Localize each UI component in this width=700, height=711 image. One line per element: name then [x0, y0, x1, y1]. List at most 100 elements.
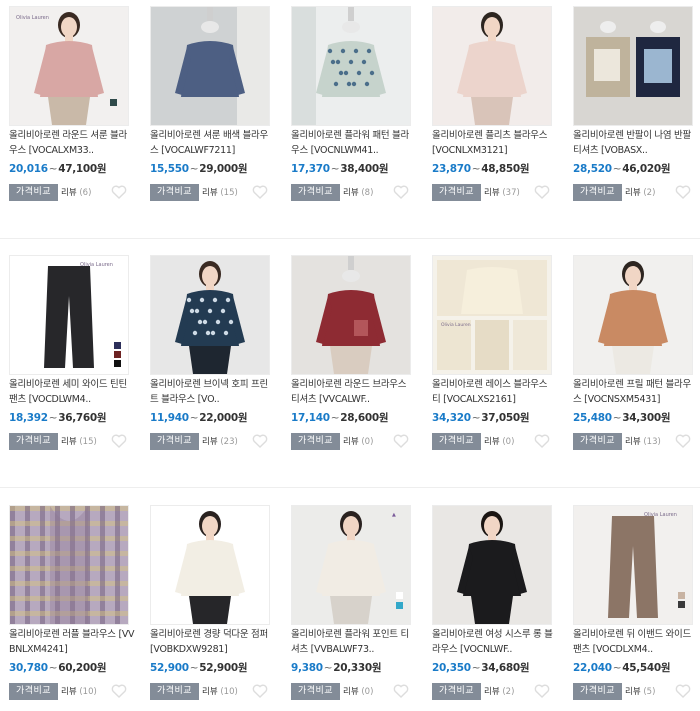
review-link[interactable]: 리뷰 (13) [625, 435, 661, 447]
price-tilde: ~ [330, 163, 340, 175]
product-title[interactable]: 올리비아로렌 프릴 패턴 블라우스 [VOCNSXM5431] [573, 377, 699, 407]
product-image[interactable] [432, 505, 552, 625]
review-link[interactable]: 리뷰 (2) [484, 685, 514, 697]
product-image[interactable]: Olivia Lauren [9, 255, 129, 375]
heart-icon[interactable] [111, 433, 127, 449]
product-photo [433, 7, 551, 125]
heart-icon[interactable] [675, 184, 691, 200]
product-photo [151, 7, 269, 125]
product-photo [151, 506, 269, 624]
review-label: 리뷰 [625, 687, 641, 697]
product-title[interactable]: 올리비아로렌 경량 덕다운 점퍼 [VOBKDXW9281] [150, 627, 276, 657]
product-title[interactable]: 올리비아로렌 러플 블라우스 [VVBNLXM4241] [9, 627, 135, 657]
price-low: 34,320 [432, 412, 471, 424]
review-link[interactable]: 리뷰 (23) [202, 435, 238, 447]
product-title[interactable]: 올리비아로렌 레이스 블라우스 티 [VOCALXS2161] [432, 377, 558, 407]
review-label: 리뷰 [61, 188, 77, 198]
review-link[interactable]: 리뷰 (15) [202, 186, 238, 198]
review-link[interactable]: 리뷰 (8) [343, 186, 373, 198]
product-photo [292, 256, 410, 374]
product-image[interactable]: ▲ [291, 505, 411, 625]
review-count: (15) [79, 437, 97, 447]
compare-price-button[interactable]: 가격비교 [9, 184, 58, 201]
product-image[interactable] [432, 6, 552, 126]
heart-icon[interactable] [534, 184, 550, 200]
heart-icon[interactable] [393, 184, 409, 200]
heart-icon[interactable] [534, 433, 550, 449]
product-title[interactable]: 올리비아로렌 셔룬 배색 블라우스 [VOCALWF7211] [150, 128, 276, 158]
review-label: 리뷰 [484, 188, 500, 198]
product-title[interactable]: 올리비아로렌 뒤 이밴드 와이드 팬츠 [VOCDLXM4.. [573, 627, 699, 657]
heart-icon[interactable] [534, 683, 550, 699]
product-title[interactable]: 올리비아로렌 플라워 포인트 티셔츠 [VVBALWF73.. [291, 627, 417, 657]
compare-price-button[interactable]: 가격비교 [291, 184, 340, 201]
heart-icon[interactable] [675, 433, 691, 449]
price-low: 15,550 [150, 163, 189, 175]
product-image[interactable] [9, 505, 129, 625]
product-title[interactable]: 올리비아로렌 반팔이 나염 반팔 티셔츠 [VOBASX.. [573, 128, 699, 158]
compare-price-button[interactable]: 가격비교 [9, 433, 58, 450]
heart-icon[interactable] [675, 683, 691, 699]
review-link[interactable]: 리뷰 (0) [343, 685, 373, 697]
heart-icon[interactable] [111, 184, 127, 200]
product-title[interactable]: 올리비아로렌 라운드 브라우스 티셔츠 [VVCALWF.. [291, 377, 417, 407]
price-tilde: ~ [471, 412, 481, 424]
product-title[interactable]: 올리비아로렌 여성 시스루 롱 블라우스 [VOCNLWF.. [432, 627, 558, 657]
product-title[interactable]: 올리비아로렌 라운드 셔룬 블라우스 [VOCALXM33.. [9, 128, 135, 158]
review-link[interactable]: 리뷰 (37) [484, 186, 520, 198]
compare-price-button[interactable]: 가격비교 [573, 184, 622, 201]
heart-icon[interactable] [252, 184, 268, 200]
compare-price-button[interactable]: 가격비교 [291, 683, 340, 700]
compare-price-button[interactable]: 가격비교 [573, 683, 622, 700]
product-image[interactable] [291, 6, 411, 126]
review-count: (8) [361, 188, 374, 198]
price-low: 17,140 [291, 412, 330, 424]
compare-price-button[interactable]: 가격비교 [9, 683, 58, 700]
product-title[interactable]: 올리비아로렌 플리츠 블라우스 [VOCNLXM3121] [432, 128, 558, 158]
compare-price-button[interactable]: 가격비교 [573, 433, 622, 450]
review-link[interactable]: 리뷰 (15) [61, 435, 97, 447]
product-photo [433, 506, 551, 624]
price-range: 11,940~22,000원 [150, 410, 280, 425]
compare-price-button[interactable]: 가격비교 [432, 184, 481, 201]
compare-price-button[interactable]: 가격비교 [150, 433, 199, 450]
product-image[interactable] [150, 505, 270, 625]
product-image[interactable] [150, 255, 270, 375]
product-title[interactable]: 올리비아로렌 브이넥 호피 프린트 블라우스 [VO.. [150, 377, 276, 407]
review-link[interactable]: 리뷰 (6) [61, 186, 91, 198]
review-link[interactable]: 리뷰 (0) [343, 435, 373, 447]
compare-price-button[interactable]: 가격비교 [150, 683, 199, 700]
price-high: 48,850원 [481, 163, 530, 175]
product-image[interactable]: Olivia Lauren [573, 505, 693, 625]
compare-price-button[interactable]: 가격비교 [291, 433, 340, 450]
product-title[interactable]: 올리비아로렌 세미 와이드 틴틴 팬츠 [VOCDLWM4.. [9, 377, 135, 407]
review-link[interactable]: 리뷰 (10) [61, 685, 97, 697]
compare-price-button[interactable]: 가격비교 [150, 184, 199, 201]
heart-icon[interactable] [252, 433, 268, 449]
price-high: 22,000원 [199, 412, 248, 424]
heart-icon[interactable] [111, 683, 127, 699]
product-image[interactable] [150, 6, 270, 126]
price-low: 17,370 [291, 163, 330, 175]
product-title[interactable]: 올리비아로렌 플라워 패턴 블라우스 [VOCNLWM41.. [291, 128, 417, 158]
heart-icon[interactable] [393, 683, 409, 699]
product-image[interactable]: Olivia Lauren [9, 6, 129, 126]
price-tilde: ~ [48, 662, 58, 674]
product-photo [151, 256, 269, 374]
heart-icon[interactable] [252, 683, 268, 699]
product-image[interactable] [573, 255, 693, 375]
product-image[interactable] [573, 6, 693, 126]
product-photo: ▲ [292, 506, 410, 624]
review-link[interactable]: 리뷰 (5) [625, 685, 655, 697]
compare-price-button[interactable]: 가격비교 [432, 683, 481, 700]
product-image[interactable]: Olivia Lauren [432, 255, 552, 375]
compare-price-button[interactable]: 가격비교 [432, 433, 481, 450]
review-link[interactable]: 리뷰 (0) [484, 435, 514, 447]
review-link[interactable]: 리뷰 (10) [202, 685, 238, 697]
product-image[interactable] [291, 255, 411, 375]
review-label: 리뷰 [484, 437, 500, 447]
review-link[interactable]: 리뷰 (2) [625, 186, 655, 198]
review-label: 리뷰 [484, 687, 500, 697]
heart-icon[interactable] [393, 433, 409, 449]
product-photo [574, 7, 692, 125]
